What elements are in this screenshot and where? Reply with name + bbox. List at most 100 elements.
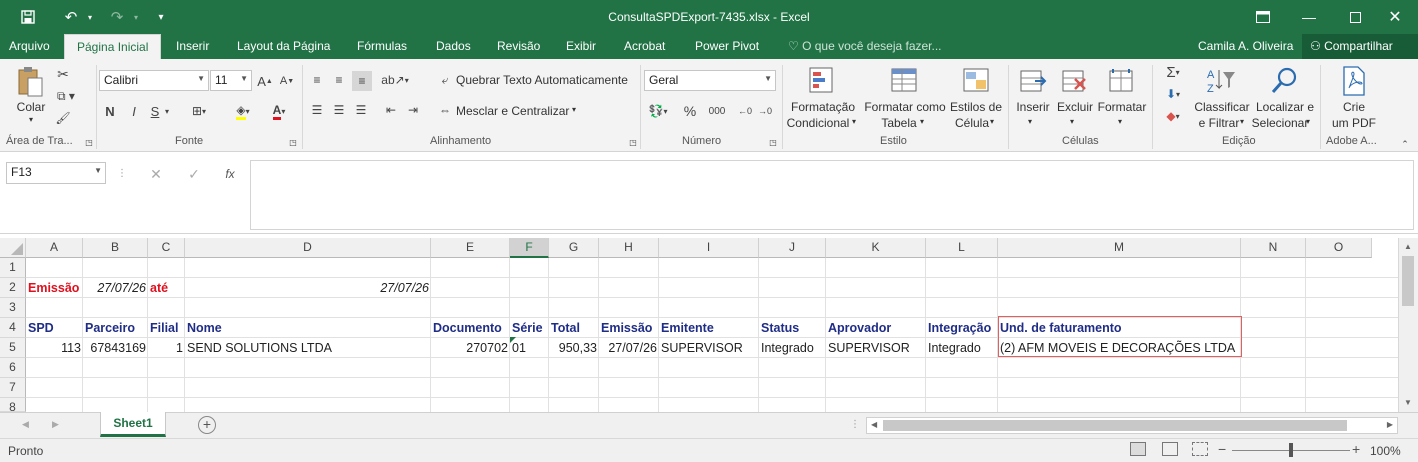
name-box[interactable]: F13 ▼ bbox=[6, 162, 106, 184]
cell-i4[interactable]: Emitente bbox=[659, 318, 716, 338]
format-cells-label[interactable]: Formatar bbox=[1096, 100, 1148, 114]
cell-e5[interactable]: 270702 bbox=[431, 338, 510, 358]
increase-font-icon[interactable]: A ▲ bbox=[256, 71, 274, 91]
share-button[interactable]: ⚇ Compartilhar bbox=[1302, 34, 1418, 59]
format-table-label-1[interactable]: Formatar como bbox=[862, 100, 948, 114]
align-right-icon[interactable]: ☰ bbox=[352, 101, 370, 119]
insert-cells-label[interactable]: Inserir bbox=[1014, 100, 1052, 114]
increase-decimal-icon[interactable]: ←0 bbox=[736, 101, 754, 121]
merge-center-icon[interactable]: ⇔ bbox=[436, 101, 454, 119]
zoom-slider-thumb[interactable] bbox=[1289, 443, 1293, 457]
hscroll-thumb[interactable] bbox=[883, 420, 1347, 431]
find-select-label-2[interactable]: Selecionar bbox=[1250, 116, 1310, 130]
number-launcher-icon[interactable]: ◳ bbox=[768, 137, 778, 147]
splitter-icon[interactable]: ⋮ bbox=[850, 419, 860, 430]
cell-c5[interactable]: 1 bbox=[148, 338, 185, 358]
cell-h4[interactable]: Emissão bbox=[599, 318, 654, 338]
cell-d2[interactable]: 27/07/26 bbox=[185, 278, 431, 298]
tab-exibir[interactable]: Exibir bbox=[566, 34, 596, 59]
delete-cells-label[interactable]: Excluir bbox=[1056, 100, 1094, 114]
cell-l4[interactable]: Integração bbox=[926, 318, 993, 338]
wrap-text-icon[interactable]: ⤶ bbox=[436, 71, 454, 89]
sort-filter-dropdown-icon[interactable]: ▾ bbox=[1240, 117, 1244, 126]
row-header[interactable]: 4 bbox=[0, 318, 26, 338]
create-pdf-label-2[interactable]: um PDF bbox=[1326, 116, 1382, 130]
cut-icon[interactable]: ✂ bbox=[54, 65, 72, 83]
prev-sheet-icon[interactable]: ◀ bbox=[22, 419, 29, 430]
create-pdf-label-1[interactable]: Crie bbox=[1330, 100, 1378, 114]
column-header[interactable]: C bbox=[148, 238, 185, 258]
cell-a5[interactable]: 113 bbox=[26, 338, 83, 358]
cell-b2[interactable]: 27/07/26 bbox=[83, 278, 148, 298]
tab-layout-da-pagina[interactable]: Layout da Página bbox=[237, 34, 330, 59]
ribbon-display-icon[interactable] bbox=[1240, 0, 1286, 34]
format-as-table-icon[interactable] bbox=[888, 65, 922, 97]
scroll-up-icon[interactable]: ▲ bbox=[1404, 242, 1412, 251]
row-header[interactable]: 6 bbox=[0, 358, 26, 378]
tab-arquivo[interactable]: Arquivo bbox=[9, 34, 50, 59]
font-size-combo[interactable]: 11 ▼ bbox=[210, 70, 252, 91]
underline-button[interactable]: S bbox=[148, 101, 162, 121]
column-header[interactable]: F bbox=[510, 238, 549, 258]
column-header[interactable]: O bbox=[1306, 238, 1372, 258]
tab-pagina-inicial[interactable]: Página Inicial bbox=[64, 34, 162, 59]
formula-input[interactable] bbox=[250, 160, 1414, 230]
currency-icon[interactable]: 💱 ▾ bbox=[646, 101, 670, 121]
sort-filter-label-1[interactable]: Classificar bbox=[1192, 100, 1252, 114]
find-select-label-1[interactable]: Localizar e bbox=[1254, 100, 1316, 114]
cell-h5[interactable]: 27/07/26 bbox=[599, 338, 659, 358]
column-header[interactable]: J bbox=[759, 238, 826, 258]
vertical-scrollbar[interactable]: ▲ ▼ bbox=[1398, 238, 1418, 412]
find-select-dropdown-icon[interactable]: ▾ bbox=[1306, 117, 1310, 126]
decrease-decimal-icon[interactable]: →0 bbox=[756, 101, 774, 121]
sort-filter-label-2[interactable]: e Filtrar bbox=[1194, 116, 1244, 130]
alignment-launcher-icon[interactable]: ◳ bbox=[628, 137, 638, 147]
row-header[interactable]: 3 bbox=[0, 298, 26, 318]
insert-dropdown-icon[interactable]: ▾ bbox=[1028, 117, 1032, 126]
column-header[interactable]: K bbox=[826, 238, 926, 258]
column-header[interactable]: G bbox=[549, 238, 599, 258]
number-format-combo[interactable]: Geral ▼ bbox=[644, 70, 776, 91]
create-pdf-icon[interactable] bbox=[1338, 65, 1370, 97]
format-table-label-2[interactable]: Tabela bbox=[876, 116, 922, 130]
sheet-tab-sheet1[interactable]: Sheet1 bbox=[100, 412, 166, 437]
cell-d5[interactable]: SEND SOLUTIONS LTDA bbox=[185, 338, 334, 358]
font-name-combo[interactable]: Calibri ▼ bbox=[99, 70, 209, 91]
close-icon[interactable]: ✕ bbox=[1372, 0, 1418, 34]
align-top-icon[interactable]: ≡ bbox=[308, 71, 326, 89]
font-launcher-icon[interactable]: ◳ bbox=[288, 137, 298, 147]
decrease-font-icon[interactable]: A ▼ bbox=[278, 71, 296, 91]
scroll-thumb[interactable] bbox=[1402, 256, 1414, 306]
conditional-formatting-icon[interactable] bbox=[806, 65, 840, 97]
cell-g5[interactable]: 950,33 bbox=[549, 338, 599, 358]
italic-button[interactable]: I bbox=[126, 101, 142, 121]
cell-styles-dropdown-icon[interactable]: ▾ bbox=[990, 117, 994, 126]
column-header[interactable]: M bbox=[998, 238, 1241, 258]
horizontal-scrollbar[interactable]: ◀ ▶ bbox=[866, 417, 1398, 434]
page-layout-view-icon[interactable] bbox=[1162, 442, 1178, 456]
align-bottom-icon[interactable]: ≡ bbox=[352, 71, 372, 91]
tab-revisao[interactable]: Revisão bbox=[497, 34, 540, 59]
font-color-icon[interactable]: A ▾ bbox=[264, 101, 294, 121]
format-cells-icon[interactable] bbox=[1106, 65, 1136, 97]
tab-dados[interactable]: Dados bbox=[436, 34, 471, 59]
column-header[interactable]: E bbox=[431, 238, 510, 258]
minimize-icon[interactable]: — bbox=[1286, 0, 1332, 34]
format-table-dropdown-icon[interactable]: ▾ bbox=[920, 117, 924, 126]
row-header[interactable]: 1 bbox=[0, 258, 26, 278]
collapse-ribbon-icon[interactable]: ⌃ bbox=[1398, 139, 1412, 149]
paste-label[interactable]: Colar bbox=[14, 100, 48, 114]
bold-button[interactable]: N bbox=[102, 101, 118, 121]
cell-m5[interactable]: (2) AFM MOVEIS E DECORAÇÕES LTDA bbox=[998, 338, 1237, 358]
percent-button[interactable]: % bbox=[680, 101, 700, 121]
cell-j5[interactable]: Integrado bbox=[759, 338, 816, 358]
tab-inserir[interactable]: Inserir bbox=[176, 34, 209, 59]
scroll-down-icon[interactable]: ▼ bbox=[1404, 398, 1412, 407]
cell-e4[interactable]: Documento bbox=[431, 318, 504, 338]
decrease-indent-icon[interactable]: ⇤ bbox=[382, 101, 400, 119]
column-header[interactable]: D bbox=[185, 238, 431, 258]
column-header[interactable]: A bbox=[26, 238, 83, 258]
merge-dropdown-icon[interactable]: ▾ bbox=[572, 105, 576, 114]
next-sheet-icon[interactable]: ▶ bbox=[52, 419, 59, 430]
zoom-in-icon[interactable]: + bbox=[1352, 441, 1360, 457]
